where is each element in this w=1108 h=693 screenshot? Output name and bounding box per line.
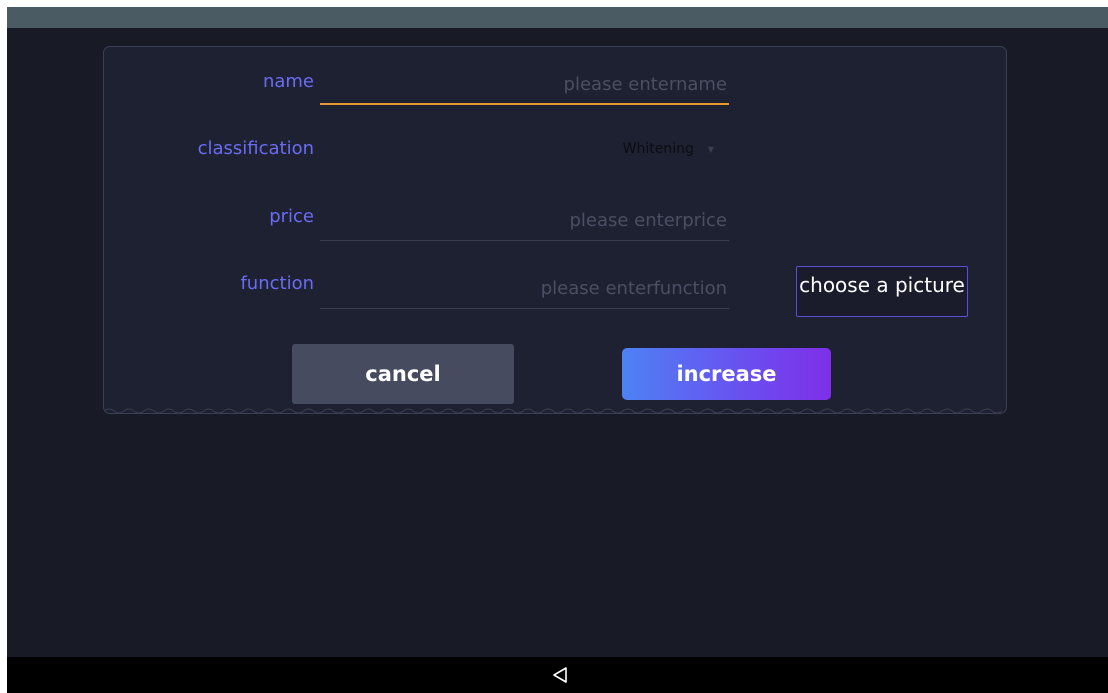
caret-down-icon: ▼ xyxy=(707,144,714,154)
name-label: name xyxy=(262,71,314,92)
price-field xyxy=(320,201,729,241)
price-input[interactable] xyxy=(320,201,729,240)
name-field xyxy=(320,65,729,105)
dialog-wave-edge xyxy=(104,408,1003,414)
classification-label: classification xyxy=(197,138,314,159)
status-bar xyxy=(7,7,1108,28)
classification-selected-value: Whitening xyxy=(622,141,694,157)
name-input[interactable] xyxy=(320,65,729,103)
increase-button[interactable]: increase xyxy=(622,348,831,400)
function-label: function xyxy=(240,273,314,294)
function-input[interactable] xyxy=(320,269,729,308)
device-screen: name classification Whitening ▼ price fu… xyxy=(7,7,1108,693)
choose-picture-button[interactable]: choose a picture xyxy=(796,266,968,317)
navigation-bar xyxy=(7,657,1108,693)
classification-select[interactable]: Whitening ▼ xyxy=(584,135,714,163)
price-label: price xyxy=(269,206,314,227)
add-item-dialog: name classification Whitening ▼ price fu… xyxy=(103,46,1007,414)
function-field xyxy=(320,269,729,309)
back-triangle-icon[interactable] xyxy=(552,666,568,684)
cancel-button[interactable]: cancel xyxy=(292,344,514,404)
